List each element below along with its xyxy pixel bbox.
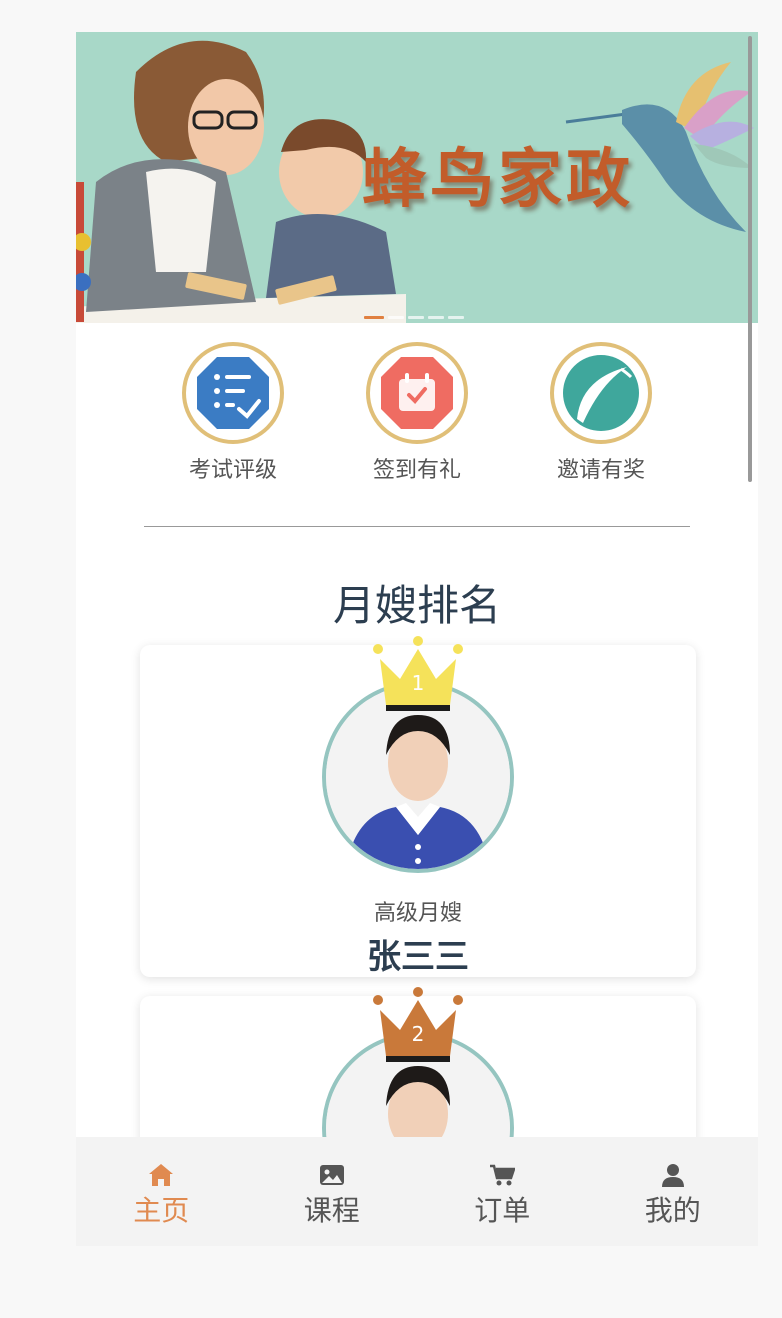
scrollbar[interactable] — [748, 36, 752, 482]
action-label: 签到有礼 — [372, 458, 461, 483]
action-icon-ring — [550, 342, 652, 444]
nanny-name: 张三三 — [367, 937, 469, 977]
section-divider — [144, 526, 690, 527]
image-icon — [319, 1165, 344, 1185]
tab-label: 我的 — [644, 1194, 701, 1227]
carousel-dot[interactable] — [408, 316, 424, 319]
rank-number: 2 — [411, 1022, 425, 1046]
checklist-icon — [197, 357, 269, 429]
action-label: 邀请有奖 — [556, 458, 645, 483]
tab-profile[interactable]: 我的 — [588, 1137, 759, 1246]
action-icon-ring — [366, 342, 468, 444]
rank-crown: 2 — [370, 986, 466, 1070]
leaf-icon — [563, 355, 639, 431]
tab-label: 主页 — [133, 1194, 190, 1227]
carousel-dot[interactable] — [364, 316, 384, 319]
carousel-dot[interactable] — [448, 316, 464, 319]
app-screen: 蜂鸟家政 考试评级 签到有礼 邀请有奖 月嫂排名 1 高级月嫂 张三三 2 主页… — [76, 32, 758, 1246]
action-label: 考试评级 — [188, 458, 277, 483]
section-title: 月嫂排名 — [332, 581, 501, 630]
rank-crown: 1 — [370, 635, 466, 719]
carousel-indicator — [364, 316, 464, 319]
nanny-role: 高级月嫂 — [373, 901, 462, 926]
bottom-tab-bar: 主页 课程 订单 我的 — [76, 1137, 758, 1246]
user-icon — [661, 1164, 684, 1187]
tab-orders[interactable]: 订单 — [417, 1137, 588, 1246]
hummingbird-icon — [565, 62, 754, 232]
ranking-card[interactable]: 1 高级月嫂 张三三 — [140, 636, 696, 977]
tab-home[interactable]: 主页 — [76, 1137, 247, 1246]
action-icon-ring — [182, 342, 284, 444]
tab-label: 课程 — [303, 1194, 360, 1227]
banner-carousel[interactable]: 蜂鸟家政 — [76, 32, 758, 323]
quick-actions: 考试评级 签到有礼 邀请有奖 — [76, 342, 758, 492]
calendar-check-icon — [381, 357, 453, 429]
carousel-dot[interactable] — [428, 316, 444, 319]
home-icon — [149, 1164, 174, 1186]
action-invite-reward[interactable]: 邀请有奖 — [526, 342, 676, 484]
tab-courses[interactable]: 课程 — [247, 1137, 418, 1246]
rank-number: 1 — [411, 671, 425, 695]
action-checkin-gift[interactable]: 签到有礼 — [342, 342, 492, 484]
action-exam-rating[interactable]: 考试评级 — [158, 342, 308, 484]
carousel-dot[interactable] — [388, 316, 404, 319]
tab-label: 订单 — [474, 1194, 531, 1227]
cart-icon — [490, 1164, 516, 1186]
